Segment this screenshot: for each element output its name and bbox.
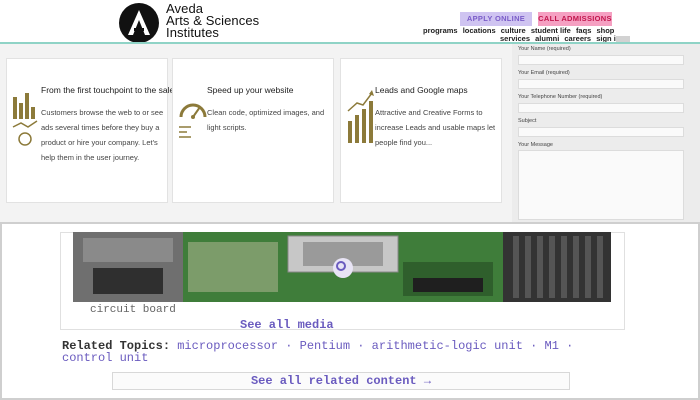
nav-link-locations[interactable]: locations [463, 26, 496, 35]
feature-card-speed: Speed up your website Clean code, optimi… [172, 58, 334, 203]
subject-field[interactable] [518, 127, 684, 137]
subject-label: Subject [518, 118, 537, 124]
phone-field[interactable] [518, 103, 684, 113]
site-header: Aveda Arts & Sciences Institutes APPLY O… [0, 0, 700, 44]
growth-chart-icon [347, 90, 374, 143]
message-textarea[interactable] [518, 150, 684, 220]
logo-a-icon [128, 10, 150, 35]
feature-text: Clean code, optimized images, and light … [207, 108, 325, 132]
email-field[interactable] [518, 79, 684, 89]
logo-line-3: Institutes [166, 25, 220, 40]
feature-card-leads: Leads and Google maps Attractive and Cre… [340, 58, 502, 203]
feature-text: Customers browse the web to or see ads s… [41, 108, 164, 162]
aveda-logo-icon[interactable] [119, 3, 159, 43]
nav-link-programs[interactable]: programs [423, 26, 458, 35]
speedometer-icon [179, 103, 207, 138]
see-all-media-link[interactable]: See all media [240, 318, 334, 332]
media-caption: circuit board [90, 304, 176, 316]
feature-text: Attractive and Creative Forms to increas… [375, 108, 496, 147]
call-admissions-button[interactable]: CALL ADMISSIONS [538, 12, 612, 26]
apply-online-button[interactable]: APPLY ONLINE [460, 12, 532, 26]
phone-label: Your Telephone Number (required) [518, 94, 603, 100]
circuit-board-graphic [73, 232, 611, 302]
circuit-board-image[interactable] [73, 232, 611, 302]
logo-wordmark[interactable]: Aveda Arts & Sciences Institutes [166, 2, 259, 40]
feature-card-touchpoint: From the first touchpoint to the sale Cu… [6, 58, 174, 203]
name-field[interactable] [518, 55, 684, 65]
message-label: Your Message [518, 142, 553, 148]
name-label: Your Name (required) [518, 46, 571, 52]
email-label: Your Email (required) [518, 70, 570, 76]
feature-title: From the first touchpoint to the sale [41, 85, 175, 95]
feature-title: Leads and Google maps [375, 85, 468, 95]
analytics-chart-icon [12, 93, 38, 146]
related-topics: Related Topics: microprocessor · Pentium… [62, 340, 622, 364]
see-all-related-button[interactable]: See all related content → [112, 372, 570, 390]
feature-title: Speed up your website [207, 85, 294, 95]
